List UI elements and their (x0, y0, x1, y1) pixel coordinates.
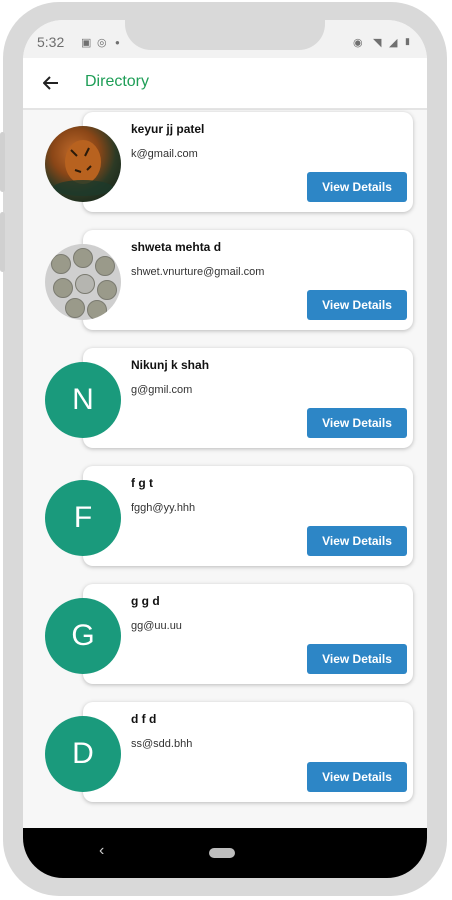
contact-card: g g d gg@uu.uu View Details (83, 584, 413, 684)
notification-icon: ◎ (97, 37, 107, 49)
notification-icon: ▣ (81, 37, 92, 49)
page-title: Directory (85, 73, 150, 90)
contact-email: gg@uu.uu (131, 620, 182, 632)
list-item: keyur jj patel k@gmail.com View Details (23, 112, 427, 218)
dot-icon: ● (115, 38, 120, 47)
view-details-button[interactable]: View Details (307, 644, 407, 674)
tiger-photo (53, 140, 113, 196)
list-item: shweta mehta d shwet.vnurture@gmail.com … (23, 230, 427, 336)
list-item: f g t fggh@yy.hhh View Details F (23, 466, 427, 572)
contact-card: d f d ss@sdd.bhh View Details (83, 702, 413, 802)
list-item: Nikunj k shah g@gmil.com View Details N (23, 348, 427, 454)
contact-name: f g t (131, 476, 153, 490)
phone-frame: 5:32 ▣ ◎ ● ◉ ◥ ◢ ▮ Directory keyur jj pa… (0, 2, 447, 896)
app-bar: Directory (23, 58, 427, 110)
coin-shape (95, 256, 115, 276)
contact-name: g g d (131, 594, 160, 608)
view-details-button[interactable]: View Details (307, 762, 407, 792)
contact-email: fggh@yy.hhh (131, 502, 196, 514)
notch (125, 20, 325, 50)
signal-icon: ◢ (389, 37, 398, 49)
contact-name: keyur jj patel (131, 122, 205, 136)
coin-shape (65, 298, 85, 318)
avatar: F (45, 480, 121, 556)
avatar: G (45, 598, 121, 674)
view-details-button[interactable]: View Details (307, 526, 407, 556)
coin-shape (97, 280, 117, 300)
view-details-button[interactable]: View Details (307, 290, 407, 320)
wifi-icon: ◥ (373, 37, 382, 49)
avatar: N (45, 362, 121, 438)
avatar (45, 244, 121, 320)
view-details-button[interactable]: View Details (307, 408, 407, 438)
contact-card: f g t fggh@yy.hhh View Details (83, 466, 413, 566)
contact-name: d f d (131, 712, 157, 726)
contact-email: g@gmil.com (131, 384, 193, 396)
status-bar: 5:32 ▣ ◎ ● ◉ ◥ ◢ ▮ (23, 20, 427, 58)
list-item: g g d gg@uu.uu View Details G (23, 584, 427, 690)
contact-name: shweta mehta d (131, 240, 222, 254)
coin-shape (73, 248, 93, 268)
status-time: 5:32 (37, 34, 65, 50)
back-button[interactable] (37, 70, 65, 96)
view-details-button[interactable]: View Details (307, 172, 407, 202)
list-item: d f d ss@sdd.bhh View Details D (23, 702, 427, 808)
avatar (45, 126, 121, 202)
coin-shape (51, 254, 71, 274)
nav-back-icon[interactable]: ‹ (99, 842, 104, 860)
battery-icon: ▮ (405, 36, 410, 46)
coin-shape (87, 300, 107, 320)
coin-shape (75, 274, 95, 294)
contact-name: Nikunj k shah (131, 358, 210, 372)
home-pill-icon[interactable] (209, 848, 235, 858)
volume-button (0, 132, 5, 192)
contact-email: k@gmail.com (131, 148, 198, 160)
contact-card: Nikunj k shah g@gmil.com View Details (83, 348, 413, 448)
screen: 5:32 ▣ ◎ ● ◉ ◥ ◢ ▮ Directory keyur jj pa… (23, 20, 427, 878)
avatar: D (45, 716, 121, 792)
contact-email: shwet.vnurture@gmail.com (131, 266, 265, 278)
coin-shape (53, 278, 73, 298)
system-nav-bar: ‹ (23, 828, 427, 878)
contact-card: shweta mehta d shwet.vnurture@gmail.com … (83, 230, 413, 330)
eye-icon: ◉ (353, 37, 363, 49)
contact-email: ss@sdd.bhh (131, 738, 193, 750)
arrow-left-icon (43, 76, 58, 90)
contact-card: keyur jj patel k@gmail.com View Details (83, 112, 413, 212)
power-button (0, 212, 5, 272)
